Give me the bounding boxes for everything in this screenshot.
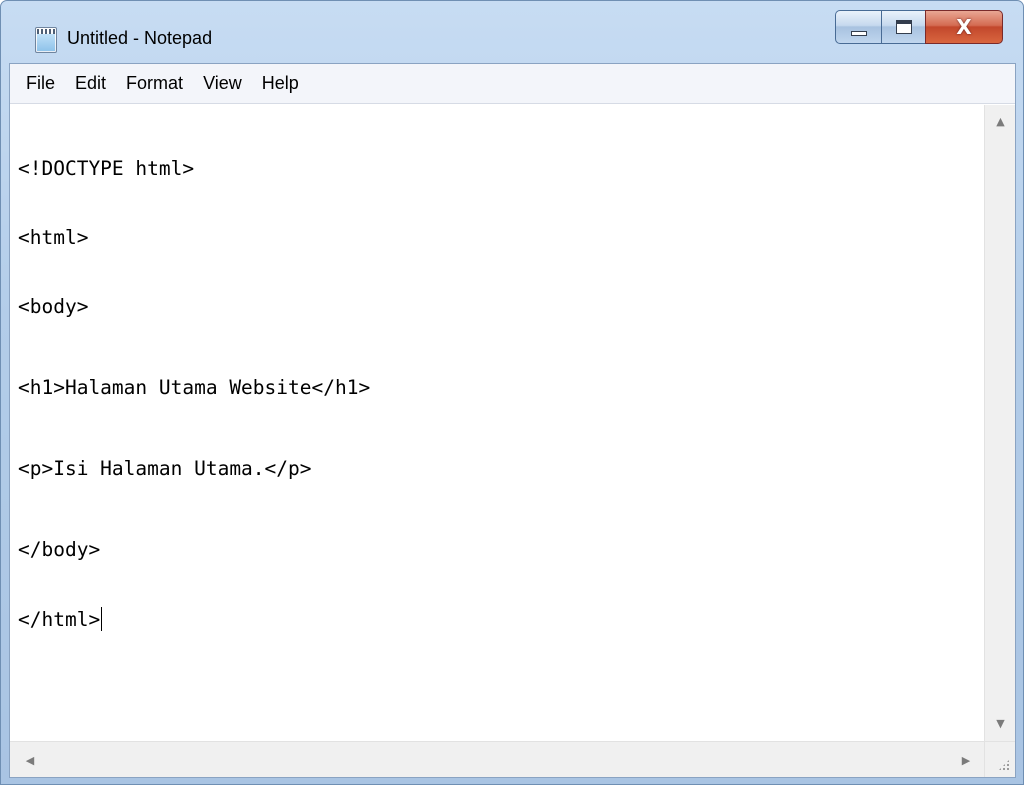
- menu-file[interactable]: File: [16, 73, 65, 94]
- resize-corner[interactable]: [984, 741, 1015, 777]
- window-title: Untitled - Notepad: [67, 28, 213, 48]
- menu-view[interactable]: View: [193, 73, 252, 94]
- menu-format[interactable]: Format: [116, 73, 193, 94]
- editor-line: </body>: [18, 538, 101, 561]
- vertical-scrollbar[interactable]: ▲ ▼: [984, 105, 1015, 741]
- scroll-right-arrow-icon[interactable]: ▶: [952, 746, 980, 774]
- scroll-up-arrow-icon[interactable]: ▲: [985, 107, 1016, 135]
- minimize-icon: [850, 30, 867, 36]
- notepad-icon-cover: [37, 34, 55, 51]
- menu-bar: File Edit Format View Help: [10, 64, 1015, 104]
- editor-line: <p>Isi Halaman Utama.</p>: [18, 457, 312, 480]
- minimize-button[interactable]: [835, 10, 881, 44]
- editor-line: <!DOCTYPE html>: [18, 157, 195, 180]
- text-caret: [101, 607, 103, 631]
- text-editor[interactable]: <!DOCTYPE html> <html> <body> <h1>Halama…: [10, 105, 984, 735]
- title-bar[interactable]: Untitled - Notepad X: [1, 1, 1023, 63]
- close-icon: X: [956, 15, 972, 39]
- editor-line: <h1>Halaman Utama Website</h1>: [18, 376, 371, 399]
- horizontal-scrollbar[interactable]: ◀ ▶: [10, 741, 984, 777]
- editor-line-text: </html>: [18, 608, 101, 631]
- close-button[interactable]: X: [925, 10, 1003, 44]
- scroll-down-arrow-icon[interactable]: ▼: [985, 709, 1016, 737]
- notepad-icon[interactable]: [35, 27, 57, 53]
- scroll-left-arrow-icon[interactable]: ◀: [16, 746, 44, 774]
- maximize-button[interactable]: [881, 10, 925, 44]
- client-area: File Edit Format View Help <!DOCTYPE htm…: [9, 63, 1016, 778]
- menu-help[interactable]: Help: [252, 73, 309, 94]
- menu-edit[interactable]: Edit: [65, 73, 116, 94]
- editor-line: <body>: [18, 295, 89, 318]
- editor-line-last: </html>: [18, 607, 984, 631]
- maximize-icon: [895, 20, 912, 34]
- window-controls: X: [835, 10, 1003, 44]
- editor-line: <html>: [18, 226, 89, 249]
- notepad-window: Untitled - Notepad X File Edit Format Vi…: [0, 0, 1024, 785]
- resize-grip-icon[interactable]: [998, 759, 1010, 771]
